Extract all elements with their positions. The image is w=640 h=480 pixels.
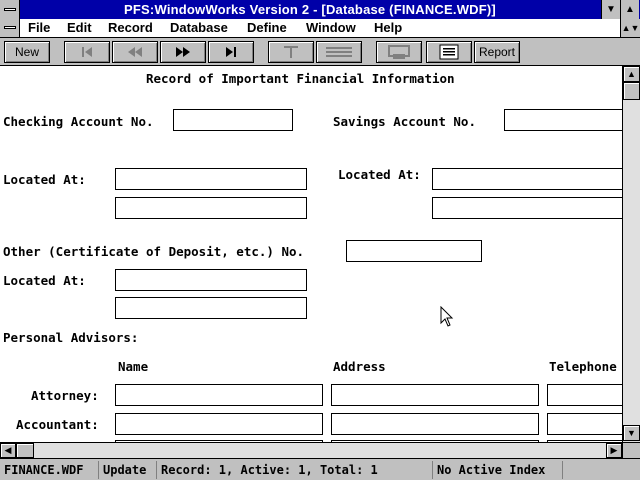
attorney-address-field[interactable]	[331, 384, 539, 406]
vertical-scroll-thumb[interactable]	[623, 82, 640, 100]
menu-edit[interactable]: Edit	[67, 19, 92, 37]
last-record-button[interactable]	[208, 41, 254, 63]
attorney-telephone-field[interactable]	[547, 384, 622, 406]
status-file: FINANCE.WDF	[0, 461, 99, 479]
checking-located-field-2[interactable]	[115, 197, 307, 219]
menu-define[interactable]: Define	[247, 19, 287, 37]
database-form: Record of Important Financial Informatio…	[0, 66, 622, 442]
menu-record[interactable]: Record	[108, 19, 153, 37]
previous-record-icon	[128, 47, 142, 57]
accountant-telephone-field[interactable]	[547, 413, 622, 435]
form-view-icon	[439, 44, 459, 60]
up-arrow-icon: ▲	[627, 69, 636, 79]
checking-located-field-1[interactable]	[115, 168, 307, 190]
scroll-down-button[interactable]: ▼	[623, 425, 640, 441]
horizontal-scrollbar[interactable]: ◀ ▶	[0, 442, 622, 458]
first-record-icon	[82, 47, 92, 57]
window-title: PFS:WindowWorks Version 2 - [Database (F…	[124, 2, 496, 17]
next-record-button[interactable]	[160, 41, 206, 63]
print-icon	[388, 45, 410, 59]
personal-advisors-label: Personal Advisors:	[3, 330, 139, 345]
field-tool-icon	[326, 47, 352, 57]
up-arrow-icon: ▲	[625, 4, 635, 15]
other-account-field[interactable]	[346, 240, 482, 262]
next-record-icon	[176, 47, 190, 57]
system-menu-button[interactable]	[0, 0, 20, 19]
savings-account-label: Savings Account No.	[333, 114, 476, 129]
mouse-pointer-icon	[440, 306, 454, 327]
attorney-name-field[interactable]	[115, 384, 323, 406]
restore-icon: ▲▼	[621, 23, 640, 33]
text-tool-button[interactable]	[268, 41, 314, 63]
column-header-telephone: Telephone	[549, 359, 617, 374]
report-button[interactable]: Report	[474, 41, 520, 63]
accountant-address-field[interactable]	[331, 413, 539, 435]
other-located-field-2[interactable]	[115, 297, 307, 319]
other-located-field-1[interactable]	[115, 269, 307, 291]
menu-help[interactable]: Help	[374, 19, 402, 37]
right-arrow-icon: ▶	[610, 445, 618, 455]
status-bar: FINANCE.WDF Update Record: 1, Active: 1,…	[0, 458, 640, 480]
column-header-name: Name	[118, 359, 149, 374]
last-record-icon	[226, 47, 236, 57]
form-title: Record of Important Financial Informatio…	[146, 71, 455, 86]
vertical-scrollbar[interactable]: ▲ ▼	[622, 66, 640, 442]
toolbar: New Report	[0, 38, 640, 66]
title-bar: PFS:WindowWorks Version 2 - [Database (F…	[0, 0, 640, 19]
menu-bar: File Edit Record Database Define Window …	[0, 19, 640, 38]
attorney-label: Attorney:	[31, 388, 99, 403]
other-account-label: Other (Certificate of Deposit, etc.) No.	[3, 244, 305, 259]
field-tool-button[interactable]	[316, 41, 362, 63]
form-view-button[interactable]	[426, 41, 472, 63]
other-located-label: Located At:	[3, 273, 86, 288]
column-header-address: Address	[333, 359, 386, 374]
checking-located-label: Located At:	[3, 172, 86, 187]
previous-record-button[interactable]	[112, 41, 158, 63]
maximize-button[interactable]: ▲	[620, 0, 639, 19]
checking-account-field[interactable]	[173, 109, 293, 131]
scroll-up-button[interactable]: ▲	[623, 66, 640, 82]
scrollbar-corner	[622, 442, 640, 458]
print-button[interactable]	[376, 41, 422, 63]
restore-button[interactable]: ▲▼	[620, 19, 640, 37]
down-arrow-icon: ▼	[627, 428, 636, 438]
accountant-label: Accountant:	[16, 417, 99, 432]
menu-database[interactable]: Database	[170, 19, 228, 37]
minimize-button[interactable]: ▼	[601, 0, 620, 19]
new-button[interactable]: New	[4, 41, 50, 63]
scroll-right-button[interactable]: ▶	[606, 443, 622, 458]
down-arrow-icon: ▼	[606, 4, 616, 15]
savings-account-field[interactable]	[504, 109, 622, 131]
status-record-info: Record: 1, Active: 1, Total: 1	[157, 461, 433, 479]
status-index: No Active Index	[433, 461, 563, 479]
checking-account-label: Checking Account No.	[3, 114, 154, 129]
menu-window[interactable]: Window	[306, 19, 356, 37]
left-arrow-icon: ◀	[4, 445, 12, 455]
scroll-left-button[interactable]: ◀	[0, 443, 16, 458]
savings-located-label: Located At:	[338, 167, 421, 182]
savings-located-field-1[interactable]	[432, 168, 622, 190]
accountant-name-field[interactable]	[115, 413, 323, 435]
menu-file[interactable]: File	[28, 19, 50, 37]
document-system-menu-button[interactable]	[0, 19, 20, 37]
first-record-button[interactable]	[64, 41, 110, 63]
text-tool-icon	[284, 46, 298, 58]
horizontal-scroll-thumb[interactable]	[16, 443, 34, 458]
savings-located-field-2[interactable]	[432, 197, 622, 219]
status-mode: Update	[99, 461, 157, 479]
